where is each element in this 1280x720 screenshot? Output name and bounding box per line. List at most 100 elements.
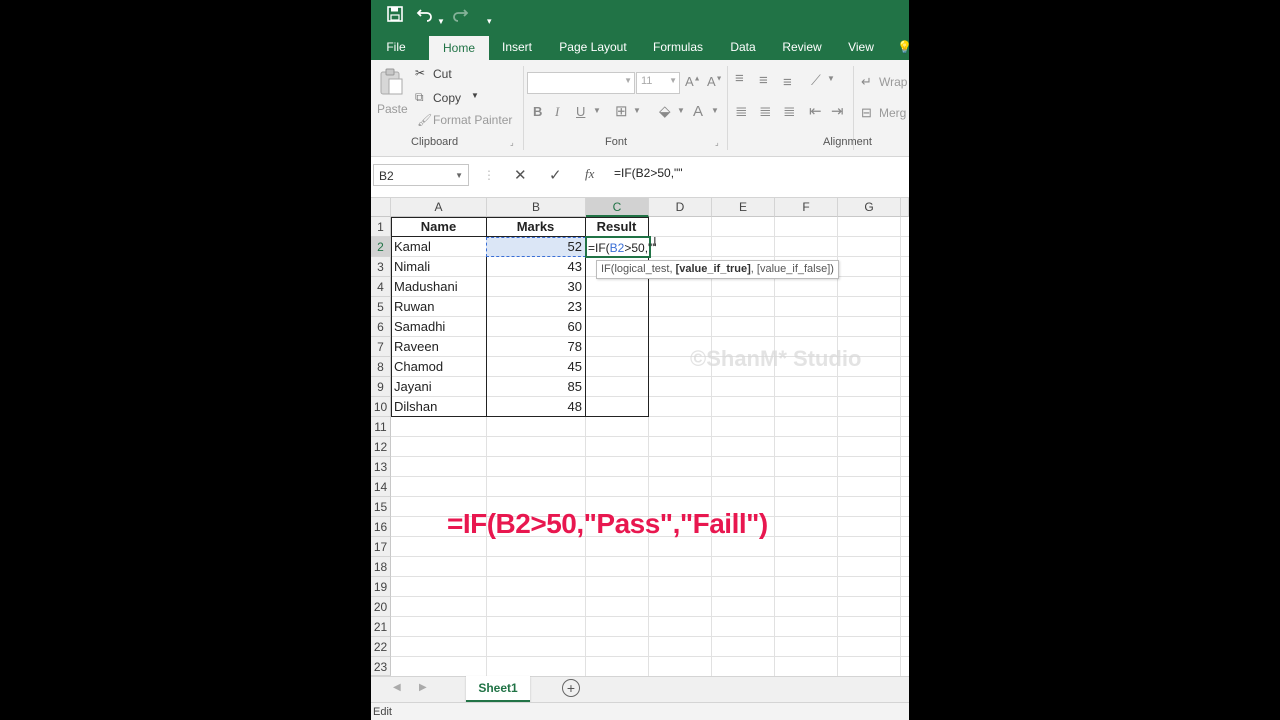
row-header[interactable]: 7 <box>371 337 391 357</box>
row-header[interactable]: 10 <box>371 397 391 417</box>
select-all-corner[interactable] <box>371 198 391 217</box>
column-header-a[interactable]: A <box>391 198 487 217</box>
row-header[interactable]: 13 <box>371 457 391 477</box>
table-header-name[interactable]: Name <box>391 217 486 237</box>
add-sheet-icon[interactable]: + <box>562 679 580 697</box>
paste-icon[interactable] <box>377 68 405 95</box>
table-cell-marks[interactable]: 30 <box>486 277 585 297</box>
align-center-icon[interactable]: ≣ <box>759 102 772 120</box>
sheet-tab-sheet1[interactable]: Sheet1 <box>466 676 530 703</box>
underline-button[interactable]: U <box>576 104 585 119</box>
tab-insert[interactable]: Insert <box>497 34 537 60</box>
increase-font-icon[interactable]: A▲ <box>685 74 701 89</box>
table-cell-marks[interactable]: 23 <box>486 297 585 317</box>
row-header[interactable]: 15 <box>371 497 391 517</box>
borders-dropdown-icon[interactable]: ▼ <box>633 106 641 115</box>
table-cell-name[interactable]: Nimali <box>391 257 486 277</box>
table-cell-name[interactable]: Madushani <box>391 277 486 297</box>
tab-file[interactable]: File <box>379 34 413 60</box>
wrap-text-icon[interactable]: ↵ <box>861 74 872 90</box>
underline-dropdown-icon[interactable]: ▼ <box>593 106 601 115</box>
table-cell-marks[interactable]: 60 <box>486 317 585 337</box>
table-header-marks[interactable]: Marks <box>486 217 585 237</box>
row-header[interactable]: 12 <box>371 437 391 457</box>
orientation-icon[interactable]: ⟋ <box>811 72 821 89</box>
insert-function-button[interactable]: fx <box>585 166 594 182</box>
table-cell-marks[interactable]: 85 <box>486 377 585 397</box>
enter-icon[interactable]: ✓ <box>549 166 562 184</box>
undo-icon[interactable] <box>416 6 434 28</box>
formula-input[interactable]: =IF(B2>50,"" <box>614 166 683 180</box>
clipboard-launcher-icon[interactable]: ⌟ <box>510 138 514 147</box>
scroll-right-icon[interactable]: ▶ <box>419 682 427 693</box>
tab-data[interactable]: Data <box>725 34 761 60</box>
format-painter-button[interactable]: Format Painter <box>433 113 512 127</box>
table-cell-marks[interactable]: 78 <box>486 337 585 357</box>
top-align-icon[interactable]: ≡ <box>735 70 744 87</box>
row-header[interactable]: 5 <box>371 297 391 317</box>
row-header[interactable]: 20 <box>371 597 391 617</box>
middle-align-icon[interactable]: ≡ <box>759 72 768 89</box>
merge-icon[interactable]: ⊟ <box>861 105 872 121</box>
fill-dropdown-icon[interactable]: ▼ <box>677 106 685 115</box>
tab-view[interactable]: View <box>843 34 879 60</box>
row-header[interactable]: 3 <box>371 257 391 277</box>
orientation-dropdown-icon[interactable]: ▼ <box>827 74 835 83</box>
cut-button[interactable]: Cut <box>433 67 452 81</box>
align-right-icon[interactable]: ≣ <box>783 102 796 120</box>
table-cell-marks[interactable]: 48 <box>486 397 585 417</box>
copy-button[interactable]: Copy <box>433 91 461 105</box>
column-header-g[interactable]: G <box>838 198 901 217</box>
table-cell-name[interactable]: Samadhi <box>391 317 486 337</box>
row-header[interactable]: 19 <box>371 577 391 597</box>
tab-formulas[interactable]: Formulas <box>649 34 707 60</box>
row-header[interactable]: 18 <box>371 557 391 577</box>
row-header[interactable]: 22 <box>371 637 391 657</box>
wrap-text-button[interactable]: Wrap <box>879 75 907 89</box>
row-header[interactable]: 6 <box>371 317 391 337</box>
column-header-c[interactable]: C <box>586 198 649 217</box>
increase-indent-icon[interactable]: ⇥ <box>831 102 844 120</box>
row-header[interactable]: 1 <box>371 217 391 237</box>
name-box[interactable]: B2 ▼ <box>373 164 469 186</box>
chevron-down-icon[interactable]: ▼ <box>455 165 463 187</box>
column-header-h[interactable] <box>901 198 909 217</box>
row-header[interactable]: 14 <box>371 477 391 497</box>
row-header[interactable]: 11 <box>371 417 391 437</box>
font-launcher-icon[interactable]: ⌟ <box>715 138 719 147</box>
column-header-e[interactable]: E <box>712 198 775 217</box>
row-header[interactable]: 23 <box>371 657 391 676</box>
copy-dropdown-icon[interactable]: ▼ <box>471 91 479 100</box>
table-cell-name[interactable]: Jayani <box>391 377 486 397</box>
decrease-indent-icon[interactable]: ⇤ <box>809 102 822 120</box>
table-cell-name[interactable]: Chamod <box>391 357 486 377</box>
row-header[interactable]: 9 <box>371 377 391 397</box>
fill-color-icon[interactable]: ⬙ <box>659 102 671 120</box>
column-header-d[interactable]: D <box>649 198 712 217</box>
tab-home[interactable]: Home <box>429 36 489 60</box>
redo-icon[interactable] <box>451 6 469 28</box>
tell-me-icon[interactable]: 💡 <box>897 34 909 60</box>
font-color-icon[interactable]: A <box>693 103 703 120</box>
table-cell-name[interactable]: Dilshan <box>391 397 486 417</box>
table-cell-name[interactable]: Kamal <box>391 237 486 257</box>
italic-button[interactable]: I <box>555 104 559 120</box>
merge-button[interactable]: Merg <box>879 106 906 120</box>
tab-review[interactable]: Review <box>778 34 826 60</box>
cancel-icon[interactable]: ✕ <box>514 166 527 184</box>
save-icon[interactable] <box>387 6 403 28</box>
row-header[interactable]: 16 <box>371 517 391 537</box>
column-header-b[interactable]: B <box>487 198 586 217</box>
row-header[interactable]: 2 <box>371 237 391 257</box>
paste-button[interactable]: Paste <box>377 102 408 116</box>
table-cell-marks[interactable]: 43 <box>486 257 585 277</box>
undo-dropdown-icon[interactable]: ▼ <box>437 12 445 32</box>
table-cell-name[interactable]: Ruwan <box>391 297 486 317</box>
align-left-icon[interactable]: ≣ <box>735 102 748 120</box>
bold-button[interactable]: B <box>533 104 542 119</box>
row-header[interactable]: 8 <box>371 357 391 377</box>
font-size-input[interactable]: 11 ▼ <box>636 72 680 94</box>
borders-icon[interactable]: ⊞ <box>615 102 628 120</box>
table-cell-marks[interactable]: 45 <box>486 357 585 377</box>
scroll-left-icon[interactable]: ◀ <box>393 682 401 693</box>
